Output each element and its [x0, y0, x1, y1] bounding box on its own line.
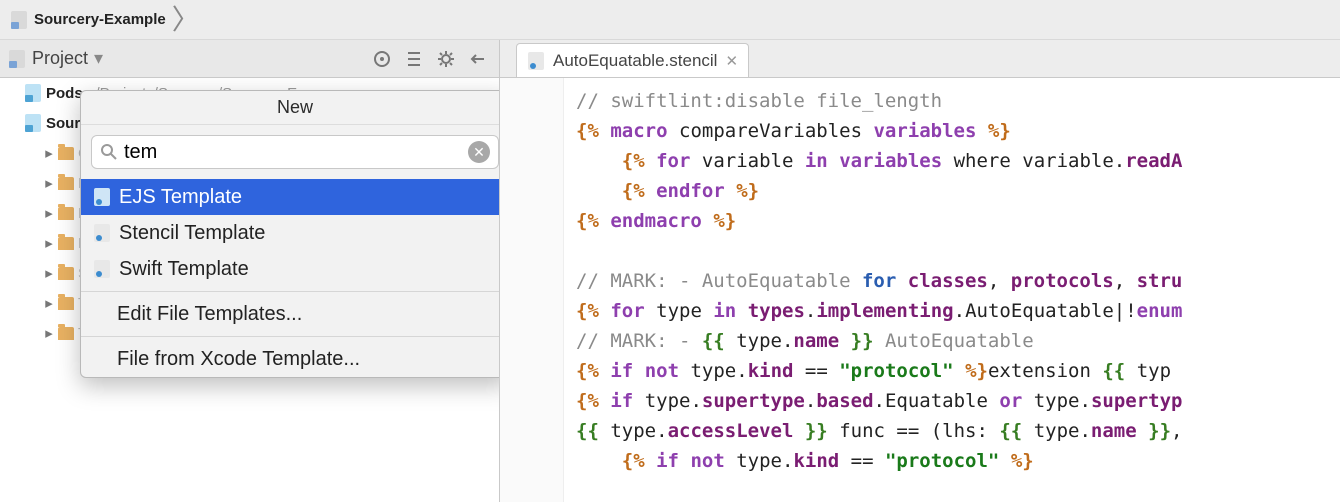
popup-xcode-template[interactable]: File from Xcode Template... — [81, 341, 499, 377]
chevron-right-icon: ▸ — [40, 324, 58, 342]
chevron-right-icon: ▸ — [40, 234, 58, 252]
chevron-down-icon: ▾ — [94, 48, 103, 69]
folder-icon — [58, 237, 74, 250]
popup-item-label: Stencil Template — [119, 222, 265, 245]
chevron-right-icon: ▸ — [40, 144, 58, 162]
chevron-right-icon: ▸ — [40, 294, 58, 312]
separator — [81, 291, 499, 292]
folder-icon — [58, 267, 74, 280]
tree-label: Pods — [46, 85, 83, 102]
popup-title: New — [81, 91, 499, 125]
folder-icon — [58, 297, 74, 310]
module-icon — [10, 10, 28, 30]
popup-item-ejs[interactable]: EJS Template — [81, 179, 499, 215]
module-icon — [24, 83, 42, 103]
file-icon — [93, 259, 111, 279]
file-icon — [93, 223, 111, 243]
chevron-right-icon: 〉 — [172, 6, 200, 34]
new-popup: New ✕ EJS Template Stencil Template Swif… — [80, 90, 499, 378]
module-icon — [8, 49, 26, 69]
hide-icon[interactable] — [465, 46, 491, 72]
popup-item-stencil[interactable]: Stencil Template — [81, 215, 499, 251]
code-editor[interactable]: // swiftlint:disable file_length {% macr… — [500, 78, 1340, 502]
code-area[interactable]: // swiftlint:disable file_length {% macr… — [564, 78, 1340, 502]
popup-edit-templates[interactable]: Edit File Templates... — [81, 296, 499, 332]
collapse-icon[interactable] — [401, 46, 427, 72]
search-icon — [100, 143, 118, 161]
gear-icon[interactable] — [433, 46, 459, 72]
folder-icon — [58, 207, 74, 220]
tab-label: AutoEquatable.stencil — [553, 51, 717, 71]
chevron-right-icon: ▸ — [40, 174, 58, 192]
popup-search[interactable]: ✕ — [91, 135, 499, 169]
folder-icon — [58, 147, 74, 160]
gutter — [500, 78, 564, 502]
project-label: Project — [32, 48, 88, 69]
chevron-right-icon: ▸ — [40, 264, 58, 282]
popup-item-label: EJS Template — [119, 186, 242, 209]
breadcrumb-root-label: Sourcery-Example — [34, 11, 166, 28]
breadcrumb-root[interactable]: Sourcery-Example — [10, 10, 166, 30]
popup-search-input[interactable] — [124, 141, 462, 164]
popup-item-label: Swift Template — [119, 258, 249, 281]
folder-icon — [58, 327, 74, 340]
clear-icon[interactable]: ✕ — [468, 141, 490, 163]
editor-tabs: AutoEquatable.stencil ✕ — [500, 40, 1340, 78]
close-icon[interactable]: ✕ — [725, 52, 738, 70]
separator — [81, 336, 499, 337]
file-icon — [93, 187, 111, 207]
project-toolbar: Project ▾ — [0, 40, 499, 78]
tab-autoequatable[interactable]: AutoEquatable.stencil ✕ — [516, 43, 749, 77]
module-icon — [24, 113, 42, 133]
chevron-right-icon: ▸ — [40, 204, 58, 222]
file-icon — [527, 51, 545, 71]
popup-item-swift[interactable]: Swift Template — [81, 251, 499, 287]
locate-icon[interactable] — [369, 46, 395, 72]
folder-icon — [58, 177, 74, 190]
project-dropdown[interactable]: Project ▾ — [8, 48, 103, 69]
project-tree: Pods ~/Projects/Sourcery/Sourcery-E Sour… — [0, 78, 499, 502]
breadcrumb: Sourcery-Example 〉 — [0, 0, 1340, 40]
